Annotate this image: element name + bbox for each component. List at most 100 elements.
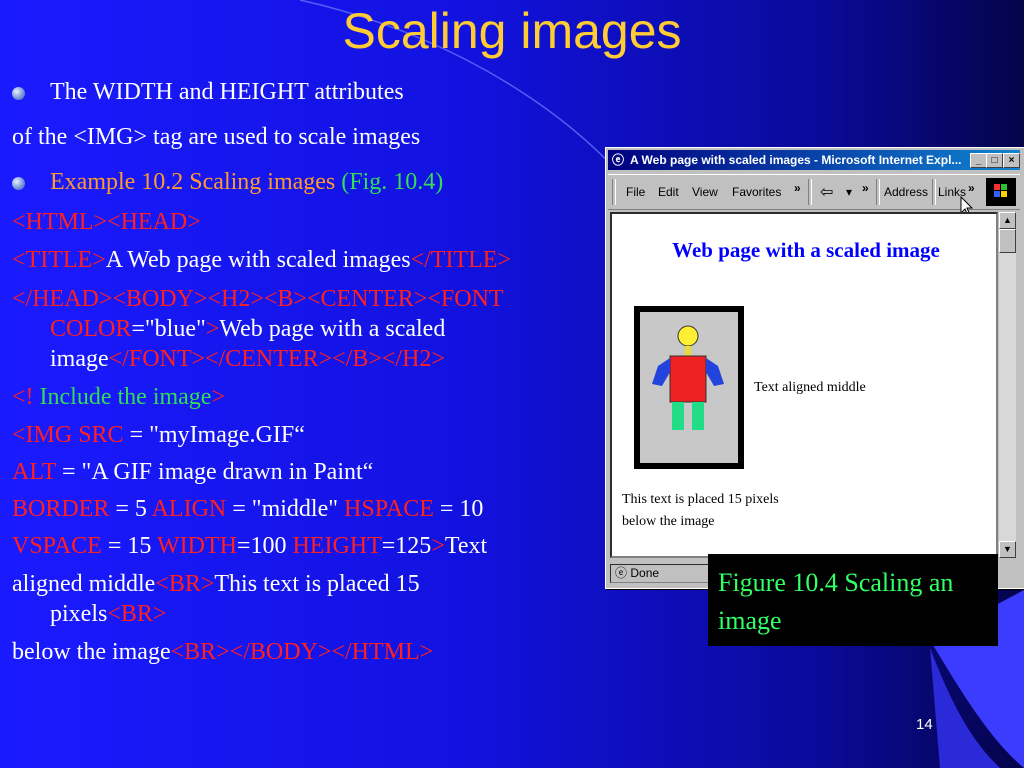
code-line-3: </HEAD><BODY><H2><B><CENTER><FONT: [12, 284, 504, 314]
scroll-down-button[interactable]: ▼: [999, 541, 1016, 558]
caption-below-2: below the image: [622, 514, 715, 529]
back-icon[interactable]: ⇦: [820, 182, 833, 202]
page-heading: Web page with a scaled image: [672, 238, 940, 262]
windows-logo-icon: [986, 178, 1016, 206]
code-line-1: <HTML><HEAD>: [12, 207, 201, 237]
code-tag: </TITLE>: [410, 247, 511, 273]
close-button[interactable]: ×: [1003, 153, 1020, 168]
bullet-text-2: Example 10.2 Scaling images (Fig. 10.4): [50, 167, 443, 197]
scroll-up-button[interactable]: ▲: [999, 212, 1016, 229]
code-text: ="blue": [131, 316, 206, 342]
page-content: Web page with a scaled image Text aligne…: [610, 212, 998, 558]
menu-file[interactable]: File: [626, 185, 645, 199]
caption-aligned-middle: Text aligned middle: [754, 380, 866, 395]
code-tag: VSPACE: [12, 533, 102, 559]
menu-favorites[interactable]: Favorites: [732, 185, 781, 199]
code-text: =125: [381, 533, 432, 559]
code-text: = "middle": [226, 496, 345, 522]
vertical-scrollbar[interactable]: ▲ ▼: [999, 212, 1016, 558]
code-tag: </HEAD><BODY><H2><B><CENTER><FONT: [12, 286, 504, 312]
status-text: Done: [630, 566, 660, 580]
slide-title: Scaling images: [342, 3, 682, 59]
code-line-10: VSPACE = 15 WIDTH=100 HEIGHT=125>Text: [12, 531, 487, 561]
back-dropdown-icon[interactable]: ▾: [846, 185, 852, 199]
slide-number: 14: [916, 716, 933, 733]
status-field: ⓔ Done: [610, 564, 712, 583]
code-line-5: image</FONT></CENTER></B></H2>: [50, 344, 445, 374]
code-text: = 15: [101, 533, 157, 559]
code-text: pixels: [50, 601, 108, 627]
address-label[interactable]: Address: [884, 185, 928, 199]
menu-more-chevron[interactable]: »: [794, 181, 801, 195]
code-tag: <HTML><HEAD>: [12, 209, 201, 235]
scaled-image: [634, 306, 744, 469]
code-comment: Include the image: [33, 384, 212, 410]
toolbar-separator: [876, 179, 880, 205]
code-text: Web page with a scaled: [219, 316, 446, 342]
links-more-chevron[interactable]: »: [968, 181, 975, 195]
code-text: image: [50, 346, 109, 372]
code-text: Text: [444, 533, 488, 559]
menu-edit[interactable]: Edit: [658, 185, 679, 199]
code-tag: <!: [12, 384, 34, 410]
toolbar-separator: [612, 179, 616, 205]
code-line-7: <IMG SRC = "myImage.GIF“: [12, 420, 305, 450]
ie-icon: ⓔ: [612, 153, 625, 167]
caption-below-1: This text is placed 15 pixels: [622, 492, 779, 507]
menu-view[interactable]: View: [692, 185, 718, 199]
code-tag: <TITLE>: [12, 247, 106, 273]
code-line-2: <TITLE>A Web page with scaled images</TI…: [12, 245, 511, 275]
code-tag: >: [431, 533, 445, 559]
minimize-button[interactable]: _: [970, 153, 987, 168]
code-text: aligned middle: [12, 571, 156, 597]
window-titlebar: ⓔ A Web page with scaled images - Micros…: [608, 150, 1020, 170]
code-text: = 5: [109, 496, 152, 522]
image-canvas: [640, 312, 738, 463]
bullet-text-1: The WIDTH and HEIGHT attributes: [50, 79, 404, 105]
code-line-8: ALT = "A GIF image drawn in Paint“: [12, 457, 373, 487]
code-line-12: pixels<BR>: [50, 599, 166, 629]
code-text: This text is placed 15: [214, 571, 420, 597]
nav-more-chevron[interactable]: »: [862, 181, 869, 195]
figure-caption: Figure 10.4 Scaling an image: [708, 554, 998, 646]
code-tag: <IMG SRC: [12, 422, 124, 448]
browser-window: ⓔ A Web page with scaled images - Micros…: [605, 147, 1024, 589]
window-title: A Web page with scaled images - Microsof…: [630, 153, 962, 167]
ie-icon: ⓔ: [615, 566, 628, 580]
code-line-9: BORDER = 5 ALIGN = "middle" HSPACE = 10: [12, 494, 483, 524]
code-text: below the image: [12, 639, 171, 665]
code-tag: ALIGN: [151, 496, 227, 522]
code-tag: </FONT></CENTER></B></H2>: [108, 346, 445, 372]
bullet-icon: [12, 177, 25, 190]
toolbar-separator: [932, 179, 936, 205]
body-text-2: of the <IMG> tag are used to scale image…: [12, 124, 421, 150]
code-tag: COLOR: [50, 316, 132, 342]
code-text: = "myImage.GIF“: [123, 422, 305, 448]
code-text: A Web page with scaled images: [105, 247, 411, 273]
browser-toolbar: File Edit View Favorites » ⇦ ▾ » Address…: [608, 174, 1020, 210]
code-text: =100: [236, 533, 293, 559]
code-line-13: below the image<BR></BODY></HTML>: [12, 637, 433, 667]
example-label: Example 10.2 Scaling images: [50, 169, 342, 195]
code-text: = "A GIF image drawn in Paint“: [56, 459, 374, 485]
code-tag: HSPACE: [344, 496, 434, 522]
code-tag: >: [205, 316, 220, 342]
code-tag: BORDER: [12, 496, 110, 522]
bullet-icon: [12, 87, 25, 100]
maximize-button[interactable]: □: [986, 153, 1003, 168]
code-line-6: <! Include the image>: [12, 382, 225, 412]
toolbar-separator: [808, 179, 812, 205]
scroll-thumb[interactable]: [999, 229, 1016, 253]
robot-figure-icon: [652, 325, 724, 430]
code-tag: >: [211, 384, 226, 410]
figure-ref: (Fig. 10.4): [341, 169, 444, 195]
code-tag: <BR>: [155, 571, 215, 597]
code-tag: HEIGHT: [292, 533, 382, 559]
code-line-11: aligned middle<BR>This text is placed 15: [12, 569, 420, 599]
code-tag: <BR>: [107, 601, 167, 627]
code-tag: ALT: [12, 459, 57, 485]
code-tag: <BR></BODY></HTML>: [170, 639, 434, 665]
code-tag: WIDTH: [156, 533, 237, 559]
code-line-4: COLOR="blue">Web page with a scaled: [50, 314, 445, 344]
code-text: = 10: [433, 496, 484, 522]
